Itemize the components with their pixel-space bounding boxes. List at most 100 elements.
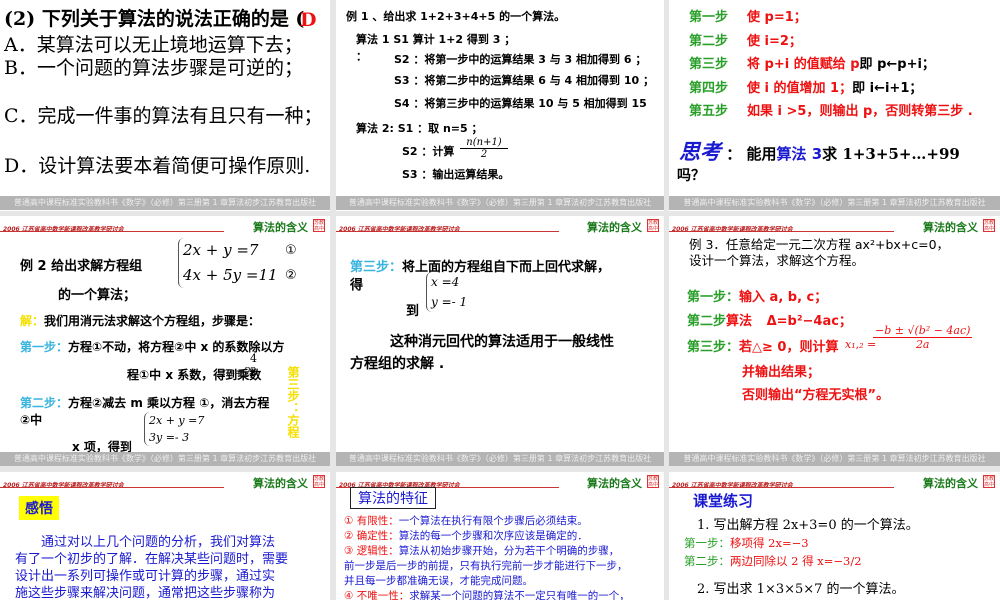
header-caption: 2006 江苏省高中数学新课程改革教学研讨会 (672, 482, 793, 489)
exercise-1-step1: 第一步：移项得 2x=−3 (684, 535, 809, 551)
algo1-s3: S3 ：将第二步中的运算结果 6 与 4 相加得到 10 ； (394, 74, 654, 87)
seal-icon: 苏教高中 (313, 219, 325, 232)
paragraph-line: 设计出一系列可操作或可计算的步骤，通过实 (15, 569, 276, 584)
section-title: 课堂练习 (693, 492, 754, 510)
step-2: 第二步 使 i=2； (689, 30, 973, 54)
conclusion-2: 方程组的求解 . (350, 356, 445, 372)
root-label: x₁,₂ = (845, 338, 877, 351)
option-c: C．完成一件事的算法有且只有一种； (4, 105, 323, 127)
step-1: 第一步 使 p=1； (689, 6, 973, 30)
slide-thumbnail-8[interactable]: 算法的含义 苏教高中 2006 江苏省高中数学新课程改革教学研讨会 算法的特征 … (336, 472, 664, 600)
think-line: 思考 ： 能用算法 3求 1+3+5+…+99 (679, 136, 960, 166)
slide-footer: 普通高中课程标准实验教科书《数学》（必修）第三册第 1 章算法初步江苏教育出版社 (336, 196, 664, 210)
slide-footer: 普通高中课程标准实验教科书《数学》（必修）第三册第 1 章算法初步江苏教育出版社 (0, 196, 330, 210)
algo1-s4: S4 ：将第三步中的运算结果 10 与 5 相加得到 15 (394, 97, 647, 110)
algo1-s1: 算法 1 S1 算计 1+2 得到 3 ； (356, 33, 516, 46)
example-title: 例 2 给出求解方程组 (20, 259, 143, 274)
feature-item: ③ 逻辑性：算法从初始步骤开始，分为若干个明确的步骤， (344, 544, 630, 559)
step3-output: 并输出结果； (742, 365, 821, 380)
colon: ： (356, 50, 367, 63)
paragraph-line: 通过对以上几个问题的分析，我们对算法 (41, 535, 276, 550)
fraction: n(n+1) 2 (460, 137, 508, 160)
feature-item: ② 确定性：算法的每一个步骤和次序应该是确定的． (344, 529, 630, 544)
slide-thumbnail-3[interactable]: 第一步 使 p=1； 第二步 使 i=2； 第三步 将 p+i 的值赋给 p即 p←p… (669, 0, 1000, 211)
step3-else: 否则输出“方程无实根”。 (742, 388, 890, 403)
step-label: 第一步 (689, 10, 729, 25)
frac-num: 4 (250, 352, 257, 365)
y-value: y =- 1 (431, 295, 468, 309)
feature-text: 算法从初始步骤开始，分为若干个明确的步骤， (398, 545, 620, 557)
seal-icon: 苏教高中 (647, 475, 659, 488)
feature-label: ③ 逻辑性： (344, 545, 399, 557)
question: (2) 下列关于算法的说法正确的是 ( (4, 8, 305, 30)
step-label: 第一步： (687, 290, 740, 305)
step-text: 使 i=2； (747, 33, 802, 49)
exercise-1: 1. 写出解方程 2x+3=0 的一个算法。 (697, 518, 919, 533)
step-text: 将 p+i 的值赋给 p (747, 57, 860, 72)
slide-thumbnail-6[interactable]: 算法的含义 苏教高中 2006 江苏省高中数学新课程改革教学研讨会 例 3．任意… (669, 216, 1000, 466)
steps-list: 第一步 使 p=1； 第二步 使 i=2； 第三步 将 p+i 的值赋给 p即 p←p… (689, 6, 973, 124)
q-text: 能用 (746, 145, 777, 163)
algo1-s2: S2 ：将第一步中的运算结果 3 与 3 相加得到 6 ； (394, 53, 647, 66)
header-logo: 算法的含义 (253, 477, 308, 490)
frac-num: −b ± √(b² − 4ac) (873, 324, 973, 338)
step-label: 第二步： (684, 554, 730, 568)
section-title: 算法的特征 (350, 487, 436, 509)
slide-thumbnail-4[interactable]: 算法的含义 苏教高中 2006 江苏省高中数学新课程改革教学研讨会 例 2 给出… (0, 216, 330, 466)
step-label: 第二步 (687, 314, 727, 329)
feature-label: ④ 不唯一性： (344, 590, 410, 600)
step3-de: 得 (350, 278, 364, 293)
multiplier-fraction: 42 (250, 352, 257, 378)
step-text: 两边同除以 2 得 x=−3/2 (730, 554, 862, 568)
header-caption: 2006 江苏省高中数学新课程改革教学研讨会 (339, 226, 460, 233)
subtitle: 的一个算法； (58, 288, 137, 303)
header-caption: 2006 江苏省高中数学新课程改革教学研讨会 (3, 482, 124, 489)
slide-thumbnail-9[interactable]: 算法的含义 苏教高中 2006 江苏省高中数学新课程改革教学研讨会 课堂练习 1… (669, 472, 1000, 600)
feature-text: 并且每一步都准确无误，才能完成问题。 (344, 575, 533, 587)
feature-item: 并且每一步都准确无误，才能完成问题。 (344, 574, 630, 589)
reflection-text: 通过对以上几个问题的分析，我们对算法 有了一个初步的了解．在解决某些问题时，需要… (15, 534, 288, 600)
step-text: 输入 a, b, c； (739, 290, 828, 305)
exercise-1-step2: 第二步：两边同除以 2 得 x=−3/2 (684, 553, 862, 569)
slide-footer: 普通高中课程标准实验教科书《数学》（必修）第三册第 1 章算法初步江苏教育出版社 (669, 452, 1000, 466)
root-fraction: −b ± √(b² − 4ac) 2a (873, 324, 973, 351)
step-label: 第一步： (20, 340, 69, 354)
step-text: 如果 i >5，则输出 p，否则转第三步 . (747, 104, 973, 119)
seal-icon: 苏教高中 (983, 475, 995, 488)
step-text: 使 i 的值增加 1； (747, 80, 853, 96)
feature-item: ① 有限性：一个算法在执行有限个步骤后必须结束。 (344, 514, 630, 529)
algo2-s2: S2 ：计算 (402, 145, 455, 158)
frac-den: 2a (915, 338, 930, 351)
example-title: 例 1 、给出求 1+2+3+4+5 的一个算法。 (346, 10, 566, 23)
step-5: 第五步 如果 i >5，则输出 p，否则转第三步 . (689, 100, 973, 124)
step-label: 第三步： (350, 260, 403, 275)
answer: D (300, 9, 317, 31)
eq-1: 2x + y =7 (183, 241, 259, 259)
step-extra: 即 i←i+1； (852, 80, 923, 96)
step-label: 第三步 (689, 57, 729, 72)
step-label: 第五步 (689, 104, 729, 119)
delta-formula: Δ=b²−4ac； (766, 314, 852, 329)
step-label: 第三步： (687, 340, 740, 355)
eq-markers: ①② (285, 238, 297, 288)
jie-label: 解： (20, 314, 45, 328)
algo2-s3: S3 ：输出运算结果。 (402, 168, 510, 181)
step1: 第一步：方程①不动，将方程②中 x 的系数除以方 (20, 338, 284, 355)
slide-thumbnail-5[interactable]: 算法的含义 苏教高中 2006 江苏省高中数学新课程改革教学研讨会 第三步：将上… (336, 216, 664, 466)
equation-system: 2x + y =7 4x + 5y =11 (178, 238, 278, 288)
slide-thumbnail-7[interactable]: 算法的含义 苏教高中 2006 江苏省高中数学新课程改革教学研讨会 感悟 通过对… (0, 472, 330, 600)
step-4: 第四步 使 i 的值增加 1；即 i←i+1； (689, 77, 973, 101)
slide-thumbnail-1[interactable]: (2) 下列关于算法的说法正确的是 ( D A．某算法可以无止境地运算下去； B… (0, 0, 330, 211)
step-text: 使 p=1； (747, 10, 807, 25)
eq-2: 3y =- 3 (149, 431, 190, 444)
slide-footer: 普通高中课程标准实验教科书《数学》（必修）第三册第 1 章算法初步江苏教育出版社 (336, 452, 664, 466)
think-end: 吗？ (677, 168, 705, 184)
think-label: 思考 (679, 139, 721, 164)
header-caption: 2006 江苏省高中数学新课程改革教学研讨会 (672, 226, 793, 233)
feature-text: 前一步是后一步的前提，只有执行完前一步才能进行下一步， (344, 560, 628, 572)
slide-thumbnail-2[interactable]: 例 1 、给出求 1+2+3+4+5 的一个算法。 算法 1 S1 算计 1+2… (336, 0, 664, 211)
step3-overlay: 第三步：方程 (286, 366, 300, 438)
step3: 第三步：若△≥ 0，则计算 (687, 336, 838, 355)
option-b: B．一个问题的算法步骤是可逆的； (4, 57, 303, 79)
solution-intro: 解：我们用消元法求解这个方程组，步骤是： (20, 312, 260, 329)
